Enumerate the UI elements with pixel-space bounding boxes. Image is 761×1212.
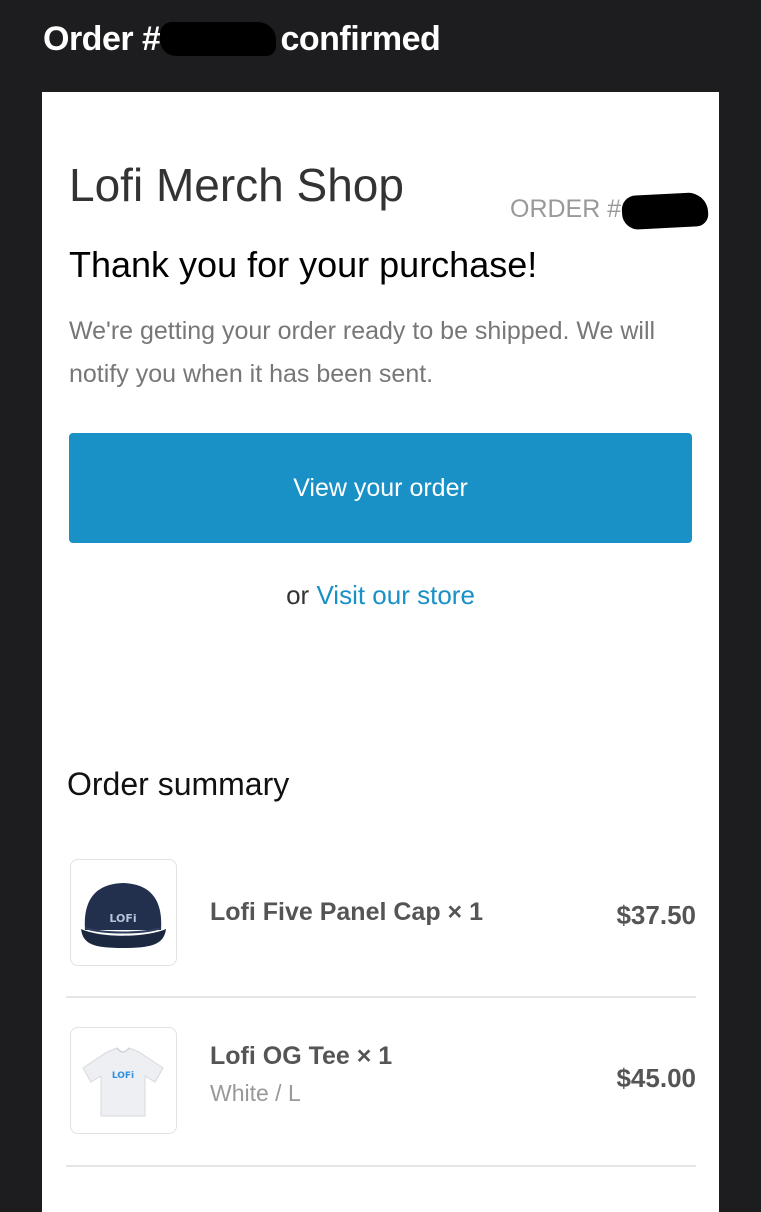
item-divider (66, 1165, 696, 1167)
item-title: Lofi Five Panel Cap × 1 (210, 898, 483, 926)
order-number-label: ORDER # (510, 195, 622, 223)
order-number-redaction (160, 22, 277, 56)
subject-prefix: Order # (43, 20, 161, 58)
item-variant: White / L (210, 1080, 301, 1106)
email-card: Lofi Merch Shop ORDER # Thank you for yo… (42, 92, 719, 1212)
shop-name: Lofi Merch Shop (69, 159, 404, 211)
email-subject-bar: Order # confirmed (0, 0, 761, 92)
order-item: LOFi Lofi Five Panel Cap × 1 $37.50 (66, 858, 696, 968)
order-number-redaction-mark (621, 191, 709, 231)
order-summary-heading: Order summary (67, 766, 290, 802)
tshirt-icon: LOFi (82, 1047, 164, 1117)
visit-store-line: or Visit our store (42, 580, 719, 611)
view-order-button[interactable]: View your order (69, 433, 692, 543)
confirmation-message: We're getting your order ready to be shi… (69, 317, 656, 388)
item-thumbnail: LOFi (70, 1027, 177, 1134)
order-item: LOFi Lofi OG Tee × 1 White / L $45.00 (66, 1026, 696, 1136)
or-text: or (286, 580, 310, 610)
item-price: $37.50 (616, 900, 696, 930)
cap-logo-text: LOFi (109, 912, 136, 925)
subject-suffix: confirmed (280, 20, 441, 58)
item-price: $45.00 (616, 1063, 696, 1093)
item-title: Lofi OG Tee × 1 (210, 1042, 393, 1070)
tee-logo-text: LOFi (112, 1071, 134, 1081)
item-thumbnail: LOFi (70, 859, 177, 966)
email-subject: Order # confirmed (43, 20, 441, 59)
cap-icon: LOFi (81, 883, 166, 948)
item-divider (66, 996, 696, 998)
visit-store-link[interactable]: Visit our store (316, 580, 474, 610)
thank-you-heading: Thank you for your purchase! (69, 244, 538, 285)
